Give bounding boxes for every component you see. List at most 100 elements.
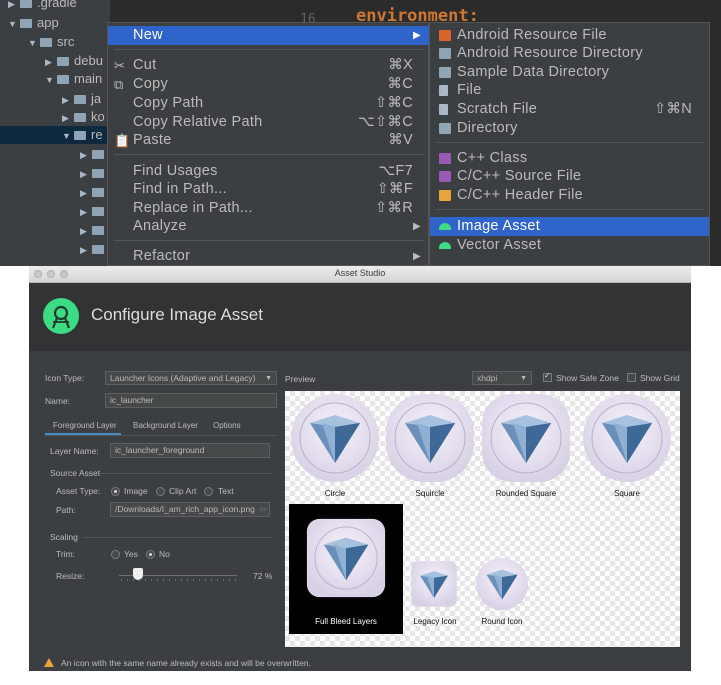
tree-item-gradle[interactable]: ▶ .gradle [8, 0, 77, 12]
menu-item-refactor[interactable]: Refactor ▶ [108, 247, 430, 266]
folder-icon [20, 0, 32, 8]
show-grid-checkbox[interactable] [627, 373, 636, 382]
scaling-label: Scaling [50, 532, 78, 542]
show-grid-label: Show Grid [640, 373, 680, 383]
tree-item-child[interactable]: ▶ [80, 202, 109, 220]
chevron-right-icon: ▶ [8, 0, 15, 9]
context-menu: New ▶ ✂ Cut ⌘X ⧉ Copy ⌘C Copy Path ⇧⌘C C… [107, 22, 430, 266]
menu-item-copy-relative-path[interactable]: Copy Relative Path ⌥⇧⌘C [108, 113, 430, 132]
android-icon [439, 223, 451, 230]
preview-square-icon [582, 393, 672, 488]
menu-item-new[interactable]: New ▶ [108, 26, 430, 45]
submenu-item-image-asset[interactable]: Image Asset [430, 217, 709, 236]
chevron-right-icon: ▶ [62, 113, 69, 123]
tree-item-debug[interactable]: ▶ debu [45, 52, 103, 70]
preview-label-legacy-icon: Legacy Icon [413, 617, 457, 626]
asset-type-clip-art-radio[interactable] [156, 487, 165, 496]
chevron-down-icon: ▼ [28, 38, 37, 48]
resize-label: Resize: [56, 571, 85, 581]
folder-browse-icon[interactable]: ▭ [259, 503, 266, 516]
slider-tick [145, 579, 146, 581]
menu-item-replace-in-path[interactable]: Replace in Path... ⇧⌘R [108, 199, 430, 218]
layer-name-field[interactable]: ic_launcher_foreground [110, 443, 270, 458]
slider-tick [205, 579, 206, 581]
cpp-header-icon [439, 190, 451, 201]
submenu-item-cpp-class[interactable]: C++ Class [430, 149, 709, 168]
warning-icon [44, 658, 54, 667]
tree-item-res[interactable]: ▼ re [0, 126, 110, 144]
tree-item-child[interactable]: ▶ [80, 183, 109, 201]
trim-yes-radio[interactable] [111, 550, 120, 559]
ide-window: ▶ .gradle ▼ app ▼ src ▶ debu ▼ main ▶ ja ▶ ko ▼… [0, 0, 721, 266]
scissors-icon: ✂ [114, 58, 126, 73]
layer-name-label: Layer Name: [50, 446, 99, 456]
submenu-item-scratch-file[interactable]: Scratch File ⇧⌘N [430, 100, 709, 119]
tree-item-child[interactable]: ▶ [80, 221, 109, 239]
slider-tick [199, 579, 200, 581]
icon-type-dropdown[interactable]: Launcher Icons (Adaptive and Legacy) ▼ [105, 371, 277, 385]
folder-icon [74, 113, 86, 122]
tree-item-main[interactable]: ▼ main [45, 70, 102, 88]
file-icon [439, 85, 448, 96]
tree-item-child[interactable]: ▶ [80, 240, 109, 258]
name-field[interactable]: ic_launcher [105, 393, 277, 408]
resize-value: 72 % [253, 571, 273, 581]
slider-tick [181, 579, 182, 581]
folder-icon [57, 75, 69, 84]
submenu-item-android-resource-directory[interactable]: Android Resource Directory [430, 44, 709, 63]
tab-foreground-layer[interactable]: Foreground Layer [53, 421, 117, 430]
submenu-item-file[interactable]: File [430, 81, 709, 100]
submenu-item-cpp-header-file[interactable]: C/C++ Header File [430, 186, 709, 205]
menu-separator [114, 49, 424, 50]
slider-tick [193, 579, 194, 581]
show-safe-zone-checkbox[interactable] [543, 371, 552, 382]
trim-yes-label: Yes [124, 549, 138, 559]
menu-item-find-usages[interactable]: Find Usages ⌥F7 [108, 162, 430, 181]
menu-item-paste[interactable]: 📋 Paste ⌘V [108, 131, 430, 150]
scratch-file-icon [439, 104, 448, 115]
tab-background-layer[interactable]: Background Layer [133, 421, 198, 430]
asset-type-label: Asset Type: [56, 486, 101, 496]
menu-item-cut[interactable]: ✂ Cut ⌘X [108, 56, 430, 75]
slider-tick [133, 579, 134, 581]
menu-separator [436, 142, 703, 143]
slider-tick [229, 579, 230, 581]
menu-item-copy[interactable]: ⧉ Copy ⌘C [108, 75, 430, 94]
submenu-item-sample-data-directory[interactable]: Sample Data Directory [430, 63, 709, 82]
chevron-down-icon: ▼ [62, 131, 71, 141]
asset-type-text-radio[interactable] [204, 487, 213, 496]
submenu-arrow-icon: ▶ [413, 251, 421, 262]
slider-tick [127, 579, 128, 581]
submenu-item-cpp-source-file[interactable]: C/C++ Source File [430, 167, 709, 186]
slider-tick [175, 579, 176, 581]
resize-slider-handle[interactable] [133, 568, 143, 580]
trim-no-radio[interactable] [146, 550, 155, 559]
submenu-item-android-resource-file[interactable]: Android Resource File [430, 26, 709, 45]
path-field[interactable]: /Downloads/I_am_rich_app_icon.png ▭ [110, 502, 270, 517]
menu-item-find-in-path[interactable]: Find in Path... ⇧⌘F [108, 180, 430, 199]
menu-item-copy-path[interactable]: Copy Path ⇧⌘C [108, 94, 430, 113]
menu-item-analyze[interactable]: Analyze ▶ [108, 217, 430, 236]
submenu-item-directory[interactable]: Directory [430, 119, 709, 138]
preview-round-icon [474, 556, 530, 617]
preview-label-squircle: Squircle [415, 489, 445, 498]
tree-item-java[interactable]: ▶ ja [62, 90, 101, 108]
asset-type-image-radio[interactable] [111, 487, 120, 496]
preview-squircle-icon [385, 393, 475, 488]
slider-tick [169, 579, 170, 581]
tree-item-child[interactable]: ▶ [80, 164, 109, 182]
tab-options[interactable]: Options [213, 421, 241, 430]
chevron-right-icon: ▶ [62, 95, 69, 105]
submenu-item-vector-asset[interactable]: Vector Asset [430, 236, 709, 255]
tree-item-child[interactable]: ▶ [80, 145, 109, 163]
asset-studio-dialog: Configure Image Asset Icon Type: Launche… [29, 283, 691, 671]
tree-item-app[interactable]: ▼ app [8, 14, 59, 32]
tree-item-kotlin[interactable]: ▶ ko [62, 108, 105, 126]
tree-item-src[interactable]: ▼ src [28, 33, 74, 51]
preview-label-round-icon: Round Icon [481, 617, 523, 626]
page-title: Configure Image Asset [91, 305, 263, 324]
new-submenu: Android Resource File Android Resource D… [429, 22, 710, 266]
density-dropdown[interactable]: xhdpi ▼ [472, 371, 532, 385]
paste-icon: 📋 [114, 133, 131, 148]
slider-tick [223, 579, 224, 581]
